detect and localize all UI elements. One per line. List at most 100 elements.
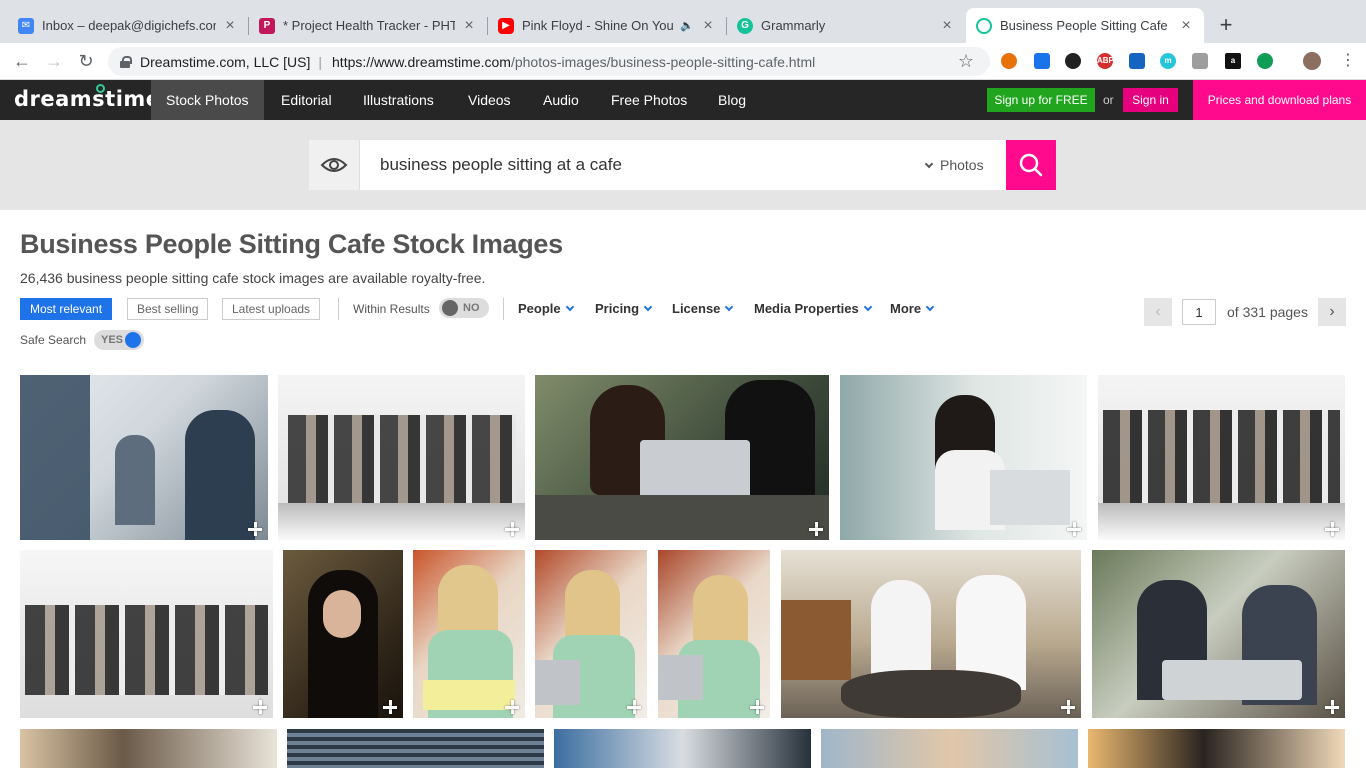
pocket-icon[interactable] xyxy=(1192,53,1208,69)
browser-toolbar: ← → ↻ Dreamstime.com, LLC [US] | https:/… xyxy=(0,43,1366,119)
nav-blog[interactable]: Blog xyxy=(703,80,761,120)
add-icon[interactable] xyxy=(809,522,823,536)
result-image[interactable] xyxy=(840,375,1087,540)
forward-arrow-icon[interactable]: → xyxy=(42,49,66,73)
media-type-select[interactable]: Photos xyxy=(924,140,984,190)
add-icon[interactable] xyxy=(1325,700,1339,714)
add-icon[interactable] xyxy=(505,522,519,536)
or-text: or xyxy=(1103,93,1114,107)
pushbullet-icon[interactable] xyxy=(1129,53,1145,69)
calendar-extension-icon[interactable] xyxy=(1034,53,1050,69)
speaker-icon[interactable]: 🔈 xyxy=(680,19,694,32)
nav-stock-photos[interactable]: Stock Photos xyxy=(151,80,264,120)
sort-most-relevant[interactable]: Most relevant xyxy=(20,298,113,320)
search-button[interactable] xyxy=(1006,140,1056,190)
result-image[interactable] xyxy=(535,550,647,718)
filter-license[interactable]: License xyxy=(672,298,734,320)
visual-search-button[interactable] xyxy=(309,140,360,190)
pricing-button[interactable]: Prices and download plans xyxy=(1193,80,1366,120)
result-image[interactable] xyxy=(283,550,403,718)
media-type-value: Photos xyxy=(940,157,984,173)
nav-illustrations[interactable]: Illustrations xyxy=(348,80,449,120)
new-tab-button[interactable]: + xyxy=(1212,12,1240,40)
add-icon[interactable] xyxy=(253,700,267,714)
nav-videos[interactable]: Videos xyxy=(453,80,526,120)
address-bar[interactable]: Dreamstime.com, LLC [US] | https://www.d… xyxy=(108,47,990,76)
hangouts-icon[interactable] xyxy=(1257,53,1273,69)
logo-swirl-icon xyxy=(96,84,105,93)
mute-extension-icon[interactable]: m xyxy=(1160,53,1176,69)
close-icon[interactable]: × xyxy=(700,17,716,34)
result-image[interactable] xyxy=(554,729,811,768)
result-image[interactable] xyxy=(20,729,277,768)
tab-title: Inbox – deepak@digichefs.com xyxy=(42,18,216,33)
search-query[interactable]: business people sitting at a cafe xyxy=(380,140,622,190)
signup-button[interactable]: Sign up for FREE xyxy=(987,88,1095,112)
result-image[interactable] xyxy=(1088,729,1345,768)
browser-tab-strip: ✉ Inbox – deepak@digichefs.com × P * Pro… xyxy=(0,0,1366,43)
result-image[interactable] xyxy=(278,375,525,540)
filter-divider xyxy=(503,298,504,320)
nav-free-photos[interactable]: Free Photos xyxy=(596,80,702,120)
nav-audio[interactable]: Audio xyxy=(528,80,594,120)
filter-pricing[interactable]: Pricing xyxy=(595,298,653,320)
add-icon[interactable] xyxy=(383,700,397,714)
result-image[interactable] xyxy=(1092,550,1345,718)
pht-icon: P xyxy=(259,17,275,34)
add-icon[interactable] xyxy=(1325,522,1339,536)
avatar[interactable] xyxy=(1303,52,1321,70)
filter-media-properties[interactable]: Media Properties xyxy=(754,298,873,320)
result-image[interactable] xyxy=(20,375,268,540)
browser-tab-pht[interactable]: P * Project Health Tracker - PHT × xyxy=(249,8,487,43)
tab-title: Pink Floyd - Shine On You C xyxy=(522,18,677,33)
result-image[interactable] xyxy=(658,550,770,718)
prev-page-button[interactable]: ‹ xyxy=(1144,298,1172,326)
result-image[interactable] xyxy=(821,729,1078,768)
filter-more[interactable]: More xyxy=(890,298,935,320)
close-icon[interactable]: × xyxy=(939,17,955,34)
amazon-assistant-icon[interactable]: a xyxy=(1225,53,1241,69)
color-extension-icon[interactable] xyxy=(1065,53,1081,69)
add-icon[interactable] xyxy=(1067,522,1081,536)
add-icon[interactable] xyxy=(505,700,519,714)
sort-best-selling[interactable]: Best selling xyxy=(127,298,209,320)
next-page-button[interactable]: › xyxy=(1318,298,1346,326)
add-icon[interactable] xyxy=(248,522,262,536)
more-menu-icon[interactable]: ⋮ xyxy=(1340,51,1356,71)
page-number-input[interactable] xyxy=(1182,299,1216,325)
browser-tab-youtube[interactable]: ▶ Pink Floyd - Shine On You C 🔈 × xyxy=(488,8,726,43)
adblock-icon[interactable]: ABP xyxy=(1097,53,1114,69)
dreamstime-logo[interactable]: dreamstime. xyxy=(14,84,169,111)
toggle-knob xyxy=(442,300,458,316)
origin-divider: | xyxy=(318,53,323,70)
site-origin: Dreamstime.com, LLC [US] xyxy=(140,53,311,70)
safe-search-toggle[interactable]: YES xyxy=(94,330,144,350)
chevron-down-icon xyxy=(565,302,574,312)
nav-editorial[interactable]: Editorial xyxy=(266,80,347,120)
reload-icon[interactable]: ↻ xyxy=(74,49,98,73)
bookmark-star-icon[interactable]: ☆ xyxy=(958,51,974,72)
within-results-toggle[interactable]: NO xyxy=(439,298,489,318)
close-icon[interactable]: × xyxy=(461,17,477,34)
result-image[interactable] xyxy=(535,375,829,540)
url-path: /photos-images/business-people-sitting-c… xyxy=(510,53,816,70)
add-icon[interactable] xyxy=(1061,700,1075,714)
browser-tab-grammarly[interactable]: G Grammarly × xyxy=(727,8,965,43)
add-icon[interactable] xyxy=(750,700,764,714)
signin-button[interactable]: Sign in xyxy=(1123,88,1178,112)
close-icon[interactable]: × xyxy=(222,17,238,34)
close-icon[interactable]: × xyxy=(1178,17,1194,34)
result-image[interactable] xyxy=(1098,375,1345,540)
sort-latest-uploads[interactable]: Latest uploads xyxy=(222,298,321,320)
filter-people[interactable]: People xyxy=(518,298,574,320)
result-image[interactable] xyxy=(287,729,544,768)
result-image[interactable] xyxy=(781,550,1081,718)
result-image[interactable] xyxy=(413,550,525,718)
back-arrow-icon[interactable]: ← xyxy=(10,49,34,73)
chevron-down-icon xyxy=(863,302,873,312)
extension-icon[interactable] xyxy=(1001,53,1017,69)
add-icon[interactable] xyxy=(627,700,641,714)
browser-tab-dreamstime[interactable]: Business People Sitting Cafe S × xyxy=(966,8,1204,43)
browser-tab-inbox[interactable]: ✉ Inbox – deepak@digichefs.com × xyxy=(8,8,248,43)
result-image[interactable] xyxy=(20,550,273,718)
